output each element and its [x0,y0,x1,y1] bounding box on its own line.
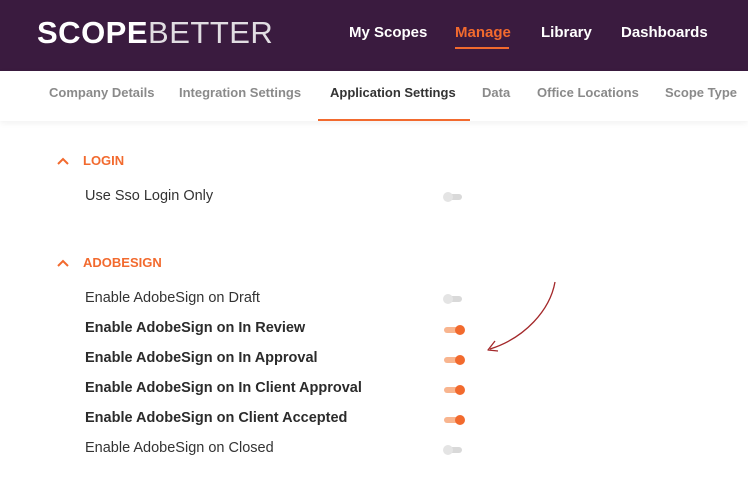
tab-integration-settings[interactable]: Integration Settings [179,85,301,100]
tab-data[interactable]: Data [482,85,510,100]
toggle-adobesign-draft[interactable] [443,294,465,304]
toggle-adobesign-in-client-approval[interactable] [443,385,465,395]
nav-active-indicator [455,47,509,49]
setting-label-adobesign-closed: Enable AdobeSign on Closed [85,440,274,456]
nav-my-scopes[interactable]: My Scopes [349,24,427,41]
tab-active-indicator [318,119,470,121]
setting-label-adobesign-in-review: Enable AdobeSign on In Review [85,320,306,336]
tab-company-details[interactable]: Company Details [49,85,154,100]
tab-application-settings[interactable]: Application Settings [330,85,456,100]
nav-dashboards[interactable]: Dashboards [621,24,708,41]
toggle-adobesign-client-accepted[interactable] [443,415,465,425]
setting-label-adobesign-client-accepted: Enable AdobeSign on Client Accepted [85,410,348,426]
chevron-up-icon [57,154,73,168]
logo-part-scope: SCOPE [37,15,149,50]
chevron-up-icon [57,256,73,270]
toggle-use-sso-login-only[interactable] [443,192,465,202]
tab-scope-type[interactable]: Scope Type [665,85,737,100]
setting-label-adobesign-in-client-approval: Enable AdobeSign on In Client Approval [85,380,362,396]
setting-label-adobesign-draft: Enable AdobeSign on Draft [85,290,260,306]
setting-label-adobesign-in-approval: Enable AdobeSign on In Approval [85,350,318,366]
toggle-adobesign-in-approval[interactable] [443,355,465,365]
nav-manage[interactable]: Manage [455,24,511,41]
scopebetter-logo[interactable]: SCOPEBETTER [37,16,273,50]
nav-library[interactable]: Library [541,24,592,41]
curved-arrow-icon [487,281,556,352]
setting-label-use-sso-login-only: Use Sso Login Only [85,188,214,204]
top-navigation-bar: SCOPEBETTER My Scopes Manage Library Das… [0,0,748,71]
section-header-login[interactable]: LOGIN [57,153,124,168]
tab-office-locations[interactable]: Office Locations [537,85,639,100]
toggle-adobesign-in-review[interactable] [443,325,465,335]
logo-part-better: BETTER [148,15,274,50]
settings-tabs: Company Details Integration Settings App… [0,71,748,121]
toggle-adobesign-closed[interactable] [443,445,465,455]
section-header-adobesign[interactable]: ADOBESIGN [57,255,162,270]
section-title-adobesign: ADOBESIGN [83,255,162,270]
section-title-login: LOGIN [83,153,125,168]
